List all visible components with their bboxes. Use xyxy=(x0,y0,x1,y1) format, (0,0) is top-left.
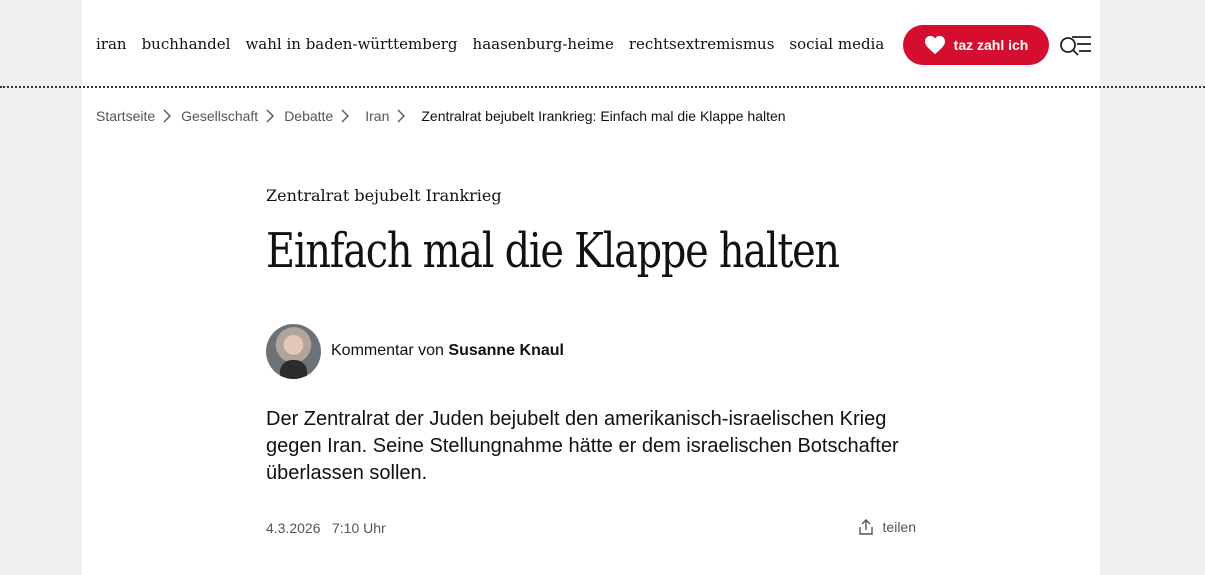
article-lead: Der Zentralrat der Juden bejubelt den am… xyxy=(266,408,899,484)
share-label: teilen xyxy=(882,519,916,535)
breadcrumb-debatte[interactable]: Debatte xyxy=(284,108,333,124)
chevron-right-icon xyxy=(163,109,172,123)
publish-time: 7:10 Uhr xyxy=(332,520,386,536)
top-navigation: iran buchhandel wahl in baden-württember… xyxy=(82,0,1100,88)
donate-label: taz zahl ich xyxy=(953,37,1029,53)
chevron-right-icon xyxy=(266,109,275,123)
breadcrumb-current: Zentralrat bejubelt Irankrieg: Einfach m… xyxy=(421,108,786,124)
nav-divider xyxy=(0,86,1205,88)
article-header: Zentralrat bejubelt Irankrieg Einfach ma… xyxy=(266,184,926,536)
nav-link-iran[interactable]: iran xyxy=(96,34,127,56)
nav-link-buchhandel[interactable]: buchhandel xyxy=(142,34,231,56)
nav-link-wahl-bw[interactable]: wahl in baden-württemberg xyxy=(245,34,457,56)
author-name-link[interactable]: Susanne Knaul xyxy=(448,342,564,359)
breadcrumb-iran[interactable]: Iran xyxy=(365,108,389,124)
search-menu-icon xyxy=(1060,36,1091,56)
author-avatar[interactable] xyxy=(266,323,321,379)
breadcrumb: Startseite Gesellschaft Debatte Iran Zen… xyxy=(96,106,786,126)
chevron-right-icon xyxy=(397,109,406,123)
chevron-right-icon xyxy=(341,109,350,123)
share-icon xyxy=(858,519,873,535)
author-prefix: Kommentar von xyxy=(331,342,444,359)
heart-icon xyxy=(924,35,945,55)
article-meta: 4.3.2026 7:10 Uhr teilen xyxy=(266,518,916,540)
author-text: Kommentar von Susanne Knaul xyxy=(331,342,564,360)
share-button[interactable]: teilen xyxy=(857,518,916,536)
donate-button[interactable]: taz zahl ich xyxy=(903,25,1049,65)
article-headline: Einfach mal die Klappe halten xyxy=(266,223,840,279)
search-menu-button[interactable] xyxy=(1058,30,1092,58)
nav-link-rechtsextremismus[interactable]: rechtsextremismus xyxy=(629,34,775,56)
nav-link-haasenburg[interactable]: haasenburg-heime xyxy=(473,34,614,56)
author-byline: Kommentar von Susanne Knaul xyxy=(266,323,564,379)
publish-date: 4.3.2026 xyxy=(266,520,321,536)
nav-link-social-media[interactable]: social media xyxy=(789,34,884,56)
breadcrumb-startseite[interactable]: Startseite xyxy=(96,108,155,124)
topic-links: iran buchhandel wahl in baden-württember… xyxy=(96,34,896,56)
article-kicker: Zentralrat bejubelt Irankrieg xyxy=(266,186,502,205)
breadcrumb-gesellschaft[interactable]: Gesellschaft xyxy=(181,108,258,124)
